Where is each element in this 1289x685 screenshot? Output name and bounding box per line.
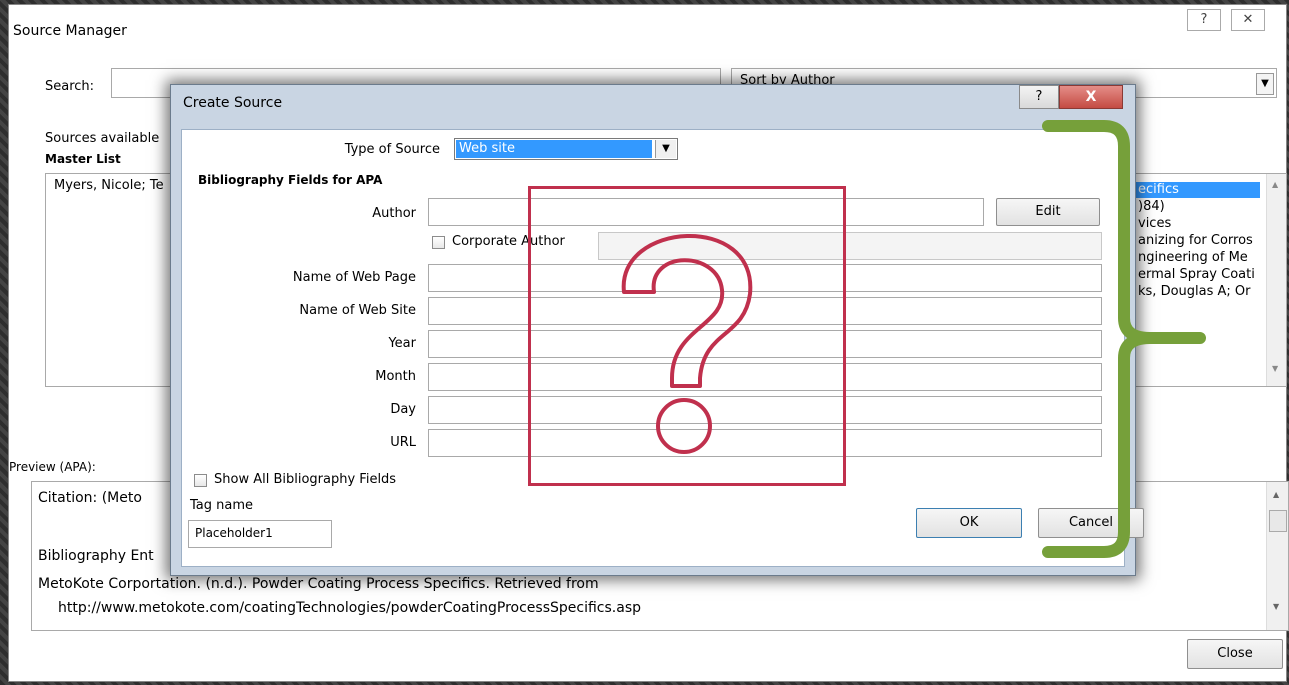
chevron-down-icon[interactable]: ▼: [1256, 73, 1274, 95]
tag-name-label: Tag name: [190, 498, 254, 513]
question-mark-icon: [621, 234, 753, 388]
preview-bibliography-line2: http://www.metokote.com/coatingTechnolog…: [58, 600, 642, 616]
bracket-overlay: [1042, 120, 1206, 558]
year-label: Year: [388, 336, 416, 351]
corporate-author-checkbox[interactable]: [432, 236, 445, 249]
show-all-fields-label: Show All Bibliography Fields: [214, 472, 397, 487]
master-list-label: Master List: [45, 152, 121, 166]
month-label: Month: [375, 369, 416, 384]
chevron-up-icon[interactable]: ▲: [1272, 180, 1278, 189]
chevron-down-icon[interactable]: ▼: [655, 140, 676, 158]
name-of-web-site-label: Name of Web Site: [299, 303, 416, 318]
preview-scrollbar[interactable]: ▲ ▼: [1266, 482, 1288, 630]
question-mark-frame: [528, 186, 846, 486]
create-source-title: Create Source: [183, 95, 283, 111]
close-button[interactable]: Close: [1187, 639, 1283, 669]
chevron-down-icon[interactable]: ▼: [1272, 364, 1278, 373]
help-icon: ?: [1200, 12, 1208, 27]
close-icon: ✕: [1242, 12, 1254, 27]
source-manager-help-button[interactable]: ?: [1187, 9, 1221, 31]
tag-name-field[interactable]: Placeholder1: [188, 520, 332, 548]
type-of-source-label: Type of Source: [344, 142, 440, 157]
list-item[interactable]: Myers, Nicole; Te: [54, 178, 164, 193]
help-icon: ?: [1035, 89, 1043, 104]
chevron-up-icon[interactable]: ▲: [1273, 490, 1279, 499]
preview-citation: Citation: (Meto: [38, 490, 142, 506]
type-of-source-dropdown[interactable]: Web site ▼: [454, 138, 678, 160]
question-mark-dot: [656, 398, 712, 454]
question-mark-overlay: [528, 186, 846, 486]
sources-available-label: Sources available: [45, 131, 160, 146]
create-source-close-button[interactable]: X: [1059, 85, 1123, 109]
green-bracket: [1042, 120, 1206, 558]
url-label: URL: [390, 435, 416, 450]
bibliography-fields-label: Bibliography Fields for APA: [198, 173, 383, 187]
ok-button[interactable]: OK: [916, 508, 1022, 538]
name-of-web-page-label: Name of Web Page: [292, 270, 416, 285]
author-label: Author: [372, 206, 416, 221]
preview-bibliography-label: Bibliography Ent: [38, 548, 154, 564]
day-label: Day: [390, 402, 416, 417]
close-icon: X: [1085, 89, 1097, 105]
search-label: Search:: [45, 79, 95, 94]
source-manager-title: Source Manager: [13, 23, 127, 39]
chevron-down-icon[interactable]: ▼: [1273, 602, 1279, 611]
show-all-fields-checkbox[interactable]: [194, 474, 207, 487]
create-source-help-button[interactable]: ?: [1019, 85, 1059, 109]
preview-bibliography-line1: MetoKote Corportation. (n.d.). Powder Co…: [38, 576, 599, 592]
scrollbar-thumb[interactable]: [1269, 510, 1287, 532]
type-of-source-value: Web site: [456, 140, 652, 158]
source-manager-close-button[interactable]: ✕: [1231, 9, 1265, 31]
preview-label: Preview (APA):: [9, 460, 96, 474]
current-list-scrollbar[interactable]: ▲ ▼: [1266, 174, 1286, 386]
